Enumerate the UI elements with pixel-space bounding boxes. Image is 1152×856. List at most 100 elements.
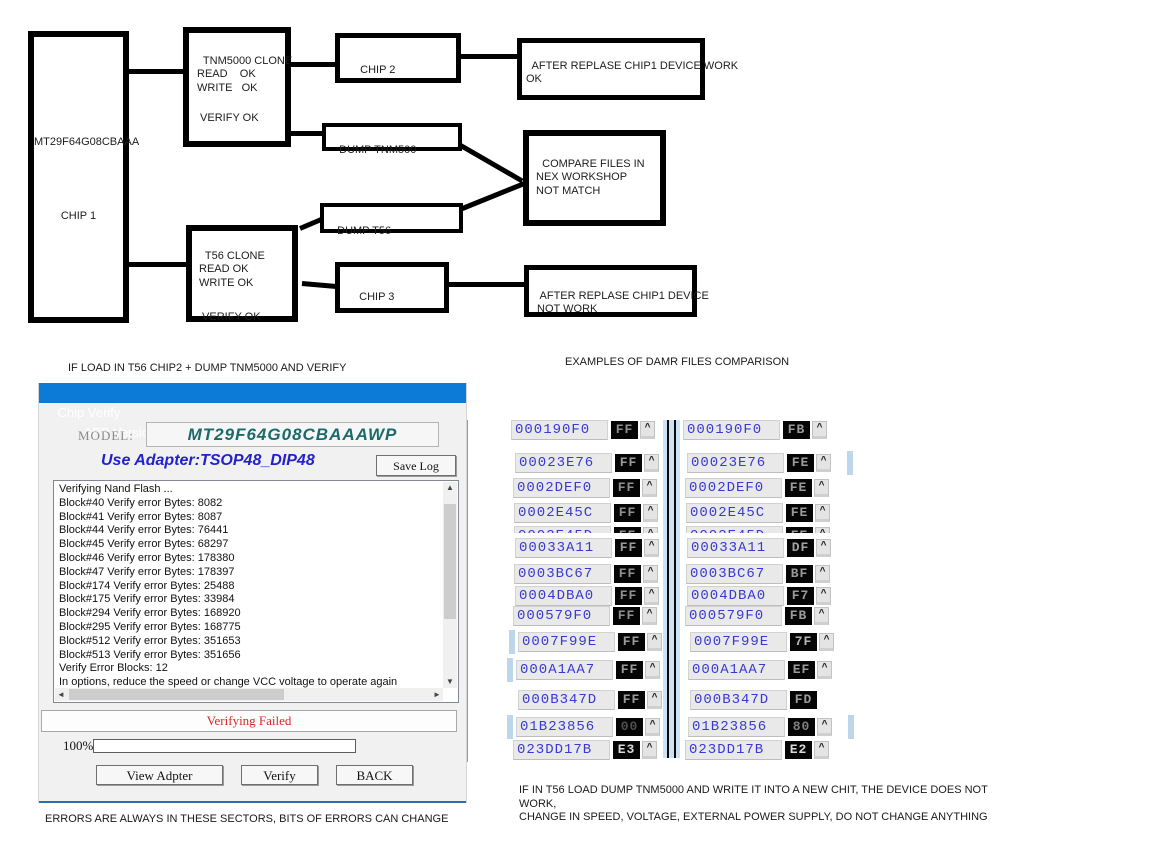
- horizontal-scroll-thumb[interactable]: [69, 689, 284, 700]
- note-bottom-right: IF IN T56 LOAD DUMP TNM5000 AND WRITE IT…: [519, 784, 988, 825]
- log-vertical-scrollbar[interactable]: ▲ ▼: [443, 482, 457, 688]
- spinner-up-icon[interactable]: ^: [645, 718, 660, 736]
- hex-address: 0002E45C: [686, 503, 783, 523]
- diagram-box-dump-tnm500: DUMP TNM500: [322, 123, 462, 151]
- trail-highlight-bar: [847, 451, 853, 475]
- log-textarea[interactable]: Verifying Nand Flash ...Block#40 Verify …: [53, 480, 459, 703]
- spinner-up-icon[interactable]: ^: [644, 454, 659, 472]
- hex-address: 01B23856: [516, 717, 613, 737]
- scroll-up-icon[interactable]: ▲: [443, 482, 457, 494]
- hex-byte-value: E3: [613, 741, 640, 759]
- hex-half-left: 000190F0FF^: [511, 420, 655, 440]
- log-line: In options, reduce the speed or change V…: [59, 676, 443, 688]
- hex-byte-value: FF: [611, 421, 638, 439]
- hex-half-left: 0002E45DFF^: [514, 526, 658, 533]
- vertical-scroll-thumb[interactable]: [444, 504, 456, 619]
- view-adapter-button[interactable]: View Adpter: [96, 765, 223, 785]
- scroll-down-icon[interactable]: ▼: [443, 676, 457, 688]
- hex-byte-value: FB: [783, 421, 810, 439]
- hex-address: 023DD17B: [513, 740, 610, 760]
- t56-clone-status: T56 CLONE READ OK WRITE OK: [199, 250, 265, 289]
- verify-button[interactable]: Verify: [241, 765, 318, 785]
- hex-half-left: 00033A11FF^: [515, 538, 659, 558]
- hex-byte-value: FF: [615, 587, 642, 605]
- spinner-up-icon[interactable]: ^: [815, 504, 830, 522]
- connector-t56-chip3: [302, 281, 338, 289]
- spinner-up-icon[interactable]: ^: [643, 527, 658, 533]
- hex-address: 000B347D: [690, 690, 787, 710]
- hex-compare-row: 0007F99EFF^0007F99E7F^: [518, 632, 844, 652]
- hex-half-right: 000B347DFD: [690, 690, 817, 710]
- spinner-up-icon[interactable]: ^: [640, 421, 655, 439]
- note-examples-title: EXAMPLES OF DAMR FILES COMPARISON: [565, 356, 789, 370]
- hex-half-left: 0004DBA0FF^: [515, 586, 659, 606]
- scroll-right-icon[interactable]: ►: [431, 688, 443, 701]
- hex-compare-row: 0002DEF0FF^ 0002DEF0FE^: [513, 478, 839, 498]
- hex-half-left: 023DD17BE3^: [513, 740, 657, 760]
- hex-byte-value: E2: [785, 741, 812, 759]
- hex-byte-value: 7F: [790, 633, 817, 651]
- spinner-up-icon[interactable]: ^: [647, 691, 662, 709]
- spinner-up-icon[interactable]: ^: [647, 633, 662, 651]
- hex-half-left: 0002DEF0FF^: [513, 478, 657, 498]
- hex-compare-row: 023DD17BE3^023DD17BE2^: [513, 740, 839, 760]
- diagram-box-compare-files: COMPARE FILES IN NEX WORKSHOP NOT MATCH: [523, 130, 666, 226]
- hex-half-right: 023DD17BE2^: [685, 740, 829, 760]
- spinner-up-icon[interactable]: ^: [817, 718, 832, 736]
- spinner-up-icon[interactable]: ^: [814, 741, 829, 759]
- hex-address: 01B23856: [688, 717, 785, 737]
- log-horizontal-scrollbar[interactable]: ◄ ►: [55, 688, 443, 701]
- hex-compare-row: 000A1AA7FF^000A1AA7EF^: [516, 660, 842, 680]
- log-line: Block#512 Verify error Bytes: 351653: [59, 635, 443, 649]
- hex-half-right: 0002DEF0FE^: [685, 478, 829, 498]
- hex-address: 0002E45D: [514, 526, 611, 533]
- lead-highlight-bar: [509, 630, 515, 654]
- window-inner-border: [467, 420, 468, 762]
- hex-half-left: 000B347DFF^: [518, 690, 662, 710]
- hex-half-left: 0003BC67FF^: [514, 564, 658, 584]
- spinner-up-icon[interactable]: ^: [814, 479, 829, 497]
- spinner-up-icon[interactable]: ^: [643, 504, 658, 522]
- connector-dumptnm-compare: [458, 142, 524, 183]
- spinner-up-icon[interactable]: ^: [815, 527, 830, 533]
- adapter-info: Use Adapter:TSOP48_DIP48: [101, 452, 315, 470]
- note-if-load: IF LOAD IN T56 CHIP2 + DUMP TNM5000 AND …: [68, 362, 346, 376]
- log-line: Verifying Nand Flash ...: [59, 483, 443, 497]
- hex-byte-value: FF: [618, 633, 645, 651]
- log-line: Verify Error Blocks: 12: [59, 662, 443, 676]
- save-log-button[interactable]: Save Log: [376, 455, 456, 476]
- connector-chip1-t56: [126, 262, 188, 267]
- back-button[interactable]: BACK: [336, 765, 413, 785]
- status-message: Verifying Failed: [41, 710, 457, 732]
- spinner-up-icon[interactable]: ^: [644, 539, 659, 557]
- hex-half-left: 01B2385600^: [516, 717, 660, 737]
- hex-address: 0004DBA0: [515, 586, 612, 606]
- log-line: Block#174 Verify error Bytes: 25488: [59, 580, 443, 594]
- window-title: Chip Verify: [57, 405, 120, 420]
- spinner-up-icon[interactable]: ^: [644, 587, 659, 605]
- note-errors: ERRORS ARE ALWAYS IN THESE SECTORS, BITS…: [45, 813, 448, 827]
- spinner-up-icon[interactable]: ^: [816, 587, 831, 605]
- hex-address: 000B347D: [518, 690, 615, 710]
- connector-chip3-notwork: [447, 282, 526, 287]
- spinner-up-icon[interactable]: ^: [645, 661, 660, 679]
- spinner-up-icon[interactable]: ^: [643, 565, 658, 583]
- hex-byte-value: FE: [786, 504, 813, 522]
- spinner-up-icon[interactable]: ^: [819, 633, 834, 651]
- spinner-up-icon[interactable]: ^: [816, 454, 831, 472]
- spinner-up-icon[interactable]: ^: [812, 421, 827, 439]
- spinner-up-icon[interactable]: ^: [815, 565, 830, 583]
- connector-dumpt56-compare: [459, 181, 525, 211]
- spinner-up-icon[interactable]: ^: [642, 479, 657, 497]
- hex-byte-value: EF: [788, 661, 815, 679]
- spinner-up-icon[interactable]: ^: [642, 741, 657, 759]
- spinner-up-icon[interactable]: ^: [642, 607, 657, 625]
- spinner-up-icon[interactable]: ^: [814, 607, 829, 625]
- hex-half-left: 00023E76FF^: [515, 453, 659, 473]
- hex-compare-row: 00033A11FF^00033A11DF^: [515, 538, 841, 558]
- dump-tnm500-label: DUMP TNM500: [339, 144, 416, 156]
- spinner-up-icon[interactable]: ^: [816, 539, 831, 557]
- hex-compare-row: 000190F0FF^000190F0FB^: [511, 420, 837, 440]
- scroll-left-icon[interactable]: ◄: [55, 688, 67, 701]
- spinner-up-icon[interactable]: ^: [817, 661, 832, 679]
